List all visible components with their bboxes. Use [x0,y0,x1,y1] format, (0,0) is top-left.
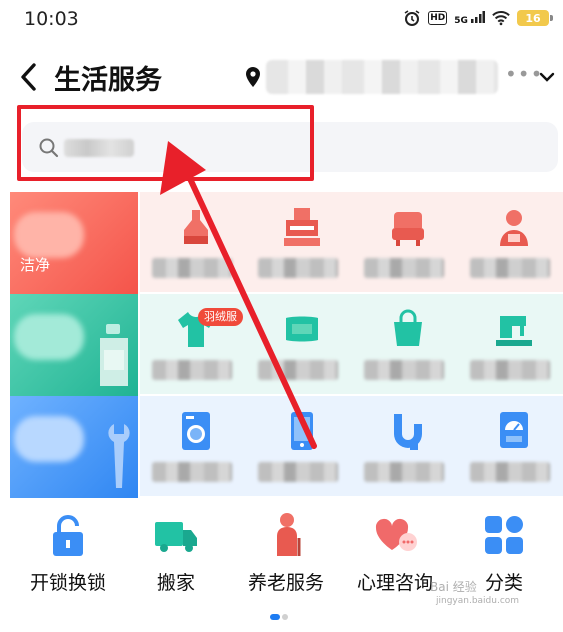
heart-chat-icon [375,518,417,551]
category-tile-laundry[interactable] [10,294,138,396]
service-label [470,360,550,380]
signal-icon: 5G [454,10,485,26]
category-tile-repair[interactable] [10,396,138,498]
page-dot-active [270,614,280,620]
quick-services: 开锁换锁 搬家 养老服务 心理咨询 分类 [0,508,563,604]
service-item[interactable]: 羽绒服 [140,294,244,394]
category-image [14,314,84,360]
category-image [14,416,84,462]
service-label [364,258,444,278]
location-selector[interactable] [266,60,498,94]
service-item[interactable] [140,396,244,496]
network-label: 5G [454,15,468,26]
quick-item-unlock[interactable]: 开锁换锁 [12,508,124,604]
service-row-2: 羽绒服 [140,294,563,394]
service-item[interactable] [458,294,562,394]
service-item[interactable] [352,396,456,496]
wrench-icon [108,424,130,488]
status-time: 10:03 [24,8,79,30]
service-grid: 洁净 羽绒服 [10,192,563,498]
battery-icon: 16 [517,10,553,26]
grid-icon [485,516,523,554]
service-label [258,462,338,482]
category-label: 洁净 [20,256,51,274]
alarm-icon [403,9,421,27]
quick-item-label: 搬家 [156,572,195,594]
bag-icon [394,309,422,346]
elderly-icon [277,513,301,556]
back-arrow-icon[interactable] [16,60,42,94]
sewing-machine-icon [496,316,532,346]
hd-icon: HD [428,11,448,25]
housekeeper-icon [500,210,528,246]
service-label [258,258,338,278]
page-title: 生活服务 [54,65,162,96]
service-row-3 [140,396,563,496]
phone-icon [291,412,313,450]
quick-item-label: 开锁换锁 [29,572,106,594]
service-row-1 [140,192,563,292]
page-indicator [270,614,290,620]
range-hood-icon [284,208,320,246]
service-label [470,258,550,278]
pillow-icon [286,316,318,342]
service-item[interactable] [458,192,562,292]
watermark: Bai 经验 [430,580,477,594]
category-tile-cleaning[interactable]: 洁净 [10,192,138,294]
truck-icon [155,522,197,552]
quick-item-moving[interactable]: 搬家 [120,508,232,604]
badge: 羽绒服 [198,308,243,326]
annotation-highlight-box [17,105,314,181]
washing-machine-icon [182,412,210,450]
service-item[interactable] [458,396,562,496]
page-dot [282,614,288,620]
meter-icon [500,412,528,448]
location-text [266,60,267,61]
service-item[interactable] [140,192,244,292]
service-item[interactable] [246,294,350,394]
service-label [364,360,444,380]
service-label [258,360,338,380]
category-image [14,212,84,258]
quick-item-elderly[interactable]: 养老服务 [230,508,342,604]
header: 生活服务 ••• [0,48,563,108]
cleaning-icon [184,210,208,244]
quick-item-label: 养老服务 [247,572,324,594]
status-icons: HD 5G 16 [403,9,553,27]
status-bar: 10:03 HD 5G 16 [0,0,563,40]
watermark-url: jingyan.baidu.com [436,596,520,606]
detergent-bottle-icon [100,324,128,386]
service-item[interactable] [352,294,456,394]
service-label [152,360,232,380]
service-item[interactable] [246,192,350,292]
service-item[interactable] [246,396,350,496]
wifi-icon [492,9,510,27]
battery-level: 16 [525,11,541,25]
pipe-icon [394,414,422,450]
chevron-down-icon[interactable] [538,68,556,86]
sofa-icon [392,212,424,246]
service-label [152,258,232,278]
lock-icon [53,515,83,556]
service-label [152,462,232,482]
service-label [470,462,550,482]
service-item[interactable] [352,192,456,292]
service-label [364,462,444,482]
location-pin-icon[interactable] [244,66,262,88]
